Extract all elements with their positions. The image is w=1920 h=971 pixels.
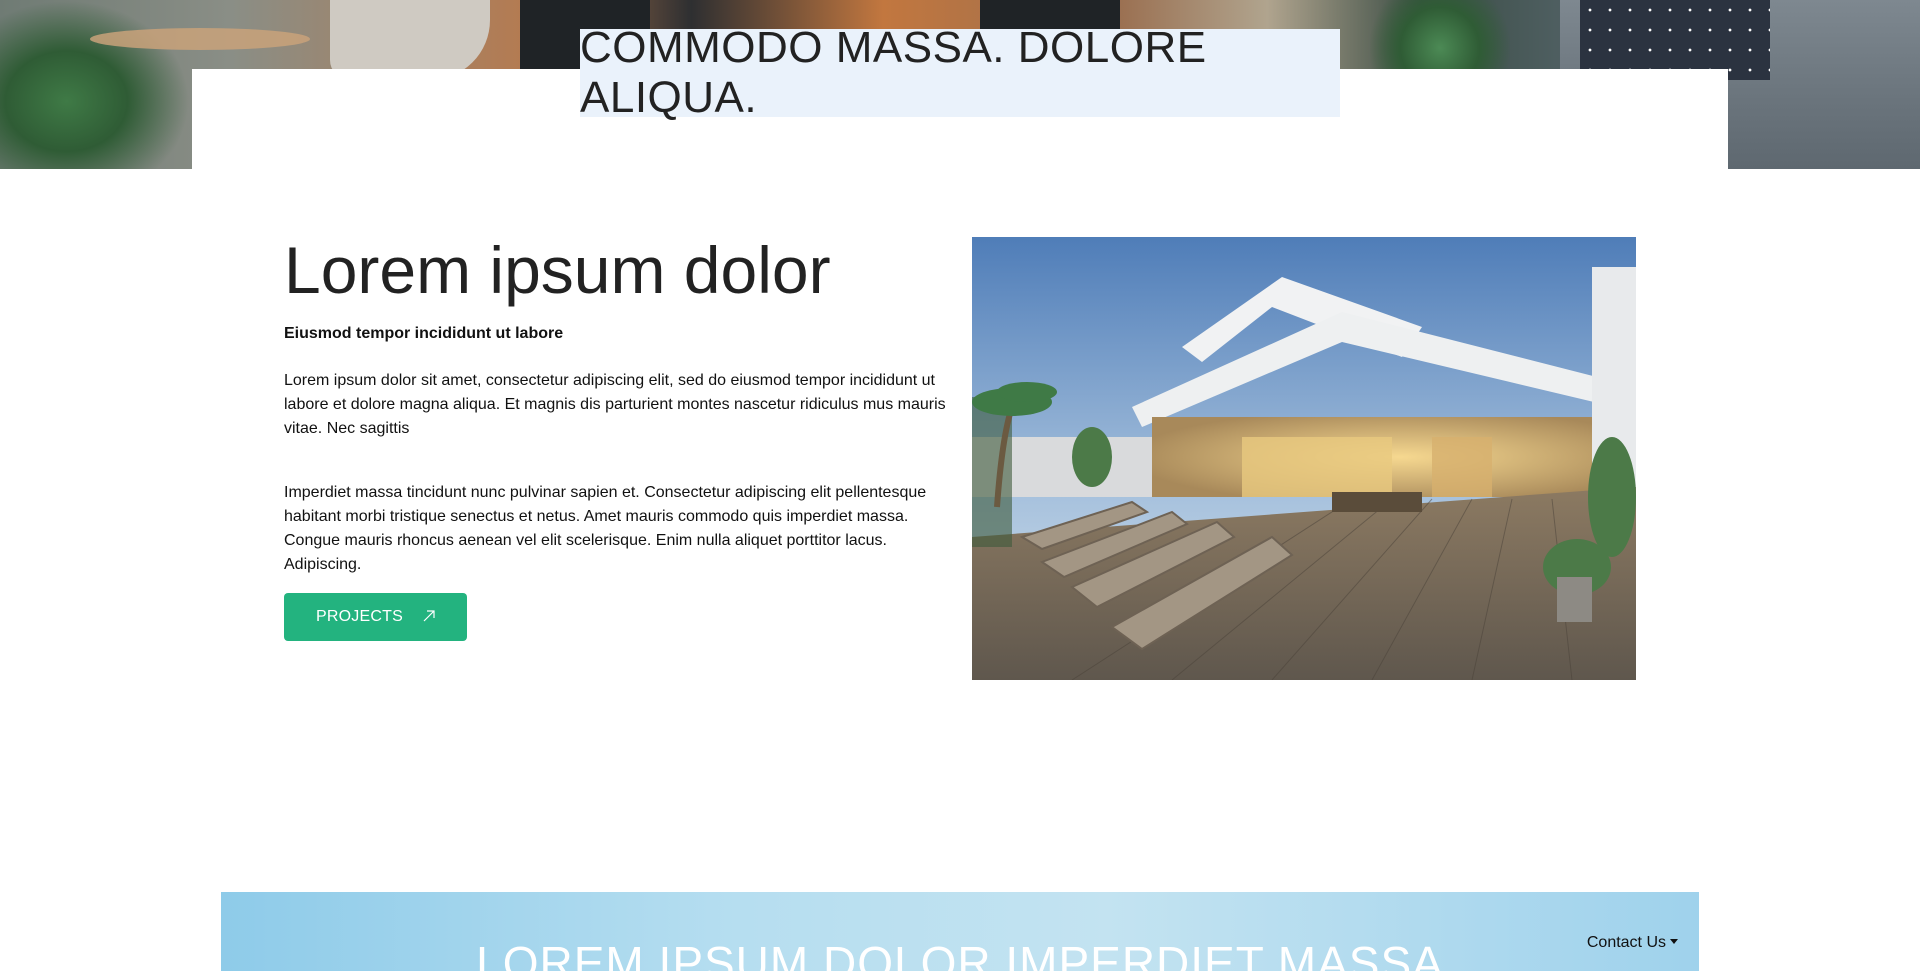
projects-button-label: PROJECTS bbox=[316, 608, 403, 625]
intro-paragraph: Imperdiet massa tincidunt nunc pulvinar … bbox=[284, 484, 927, 573]
contact-us-dropdown[interactable]: Contact Us bbox=[1587, 934, 1678, 952]
patio-house-photo bbox=[972, 237, 1636, 680]
footer-banner: LOREM IPSUM DOLOR IMPERDIET MASSA Contac… bbox=[221, 892, 1699, 971]
blanket-decor bbox=[330, 0, 490, 80]
page-title: COMMODO MASSA. DOLORE ALIQUA. bbox=[580, 23, 1207, 122]
side-table-decor bbox=[90, 28, 310, 50]
intro-subheading: Eiusmod tempor incididunt ut labore bbox=[284, 325, 564, 342]
pattern-pillow-decor bbox=[1580, 0, 1770, 80]
contact-us-label: Contact Us bbox=[1586, 934, 1666, 951]
plant-decor bbox=[0, 0, 190, 169]
intro-paragraph: Lorem ipsum dolor sit amet, consectetur … bbox=[284, 372, 946, 437]
banner-title: LOREM IPSUM DOLOR IMPERDIET MASSA bbox=[476, 937, 1444, 971]
projects-button[interactable]: PROJECTS bbox=[284, 593, 467, 641]
arrow-up-right-icon bbox=[421, 608, 437, 627]
page-title-box: COMMODO MASSA. DOLORE ALIQUA. bbox=[580, 23, 1340, 122]
intro-section: Lorem ipsum dolor Eiusmod tempor incidid… bbox=[284, 235, 964, 641]
caret-down-icon bbox=[1670, 938, 1678, 944]
intro-heading: Lorem ipsum dolor bbox=[284, 233, 831, 307]
